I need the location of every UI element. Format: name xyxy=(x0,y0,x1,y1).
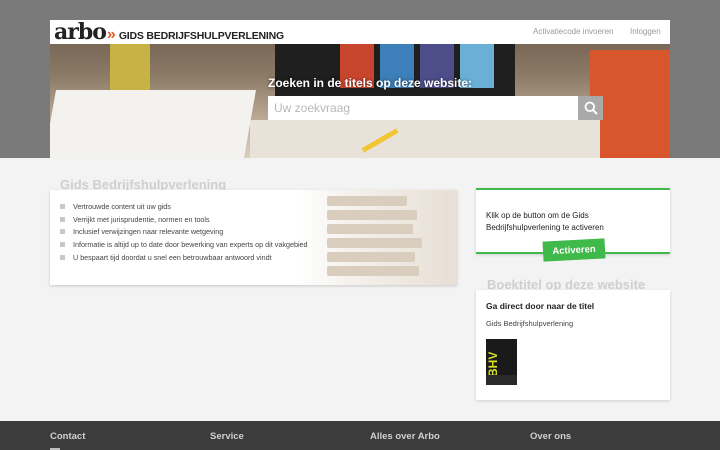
logo-chevron-icon: » xyxy=(106,26,116,43)
activate-text: Klik op de button om de Gids Bedrijfshul… xyxy=(486,211,604,232)
feature-text: Vertrouwde content uit uw gids xyxy=(73,201,171,211)
book-card: Ga direct door naar de titel Gids Bedrij… xyxy=(476,290,670,400)
activation-code-link[interactable]: Activatiecode invoeren xyxy=(533,27,614,36)
bullet-icon xyxy=(60,241,65,247)
list-item: Verrijkt met jurisprudentie, normen en t… xyxy=(60,213,308,226)
feature-text: U bespaart tijd doordat u snel een betro… xyxy=(73,252,272,262)
logo-title: GIDS BEDRIJFSHULPVERLENING xyxy=(118,30,284,42)
list-item: Informatie is altijd up to date door bew… xyxy=(60,238,308,251)
bullet-icon xyxy=(60,216,65,222)
bullet-icon xyxy=(60,254,65,260)
book-title-link[interactable]: Gids Bedrijfshulpverlening xyxy=(486,319,573,328)
features-card: Vertrouwde content uit uw gids Verrijkt … xyxy=(50,190,457,285)
logo-word: arbo xyxy=(54,19,107,45)
feature-text: Informatie is altijd up to date door bew… xyxy=(73,239,308,249)
feature-list: Vertrouwde content uit uw gids Verrijkt … xyxy=(60,200,308,263)
activate-button[interactable]: Activeren xyxy=(542,238,606,262)
footer: Contact Service Alles over Arbo Over ons xyxy=(0,421,720,450)
search-button[interactable] xyxy=(578,96,603,120)
book-cover-image[interactable]: BHV xyxy=(486,339,517,385)
hero-desk-decoration xyxy=(250,120,600,158)
logo[interactable]: arbo » GIDS BEDRIJFSHULPVERLENING xyxy=(54,19,284,45)
footer-heading-about-arbo: Alles over Arbo xyxy=(370,431,440,442)
list-item: U bespaart tijd doordat u snel een betro… xyxy=(60,251,308,264)
books-background-image xyxy=(297,190,457,285)
footer-heading-service: Service xyxy=(210,431,244,442)
cover-stripe xyxy=(486,375,517,385)
bullet-icon xyxy=(60,229,65,235)
footer-heading-about-us: Over ons xyxy=(530,431,572,442)
search-label: Zoeken in de titels op deze website: xyxy=(268,76,473,90)
feature-text: Verrijkt met jurisprudentie, normen en t… xyxy=(73,214,210,224)
list-item: Vertrouwde content uit uw gids xyxy=(60,200,308,213)
search-icon xyxy=(584,101,598,115)
hero-notebook-decoration xyxy=(50,90,256,158)
search-input[interactable] xyxy=(268,96,578,120)
feature-text: Inclusief verwijzingen naar relevante we… xyxy=(73,227,224,237)
bullet-icon xyxy=(60,203,65,209)
cover-text: BHV xyxy=(486,351,500,377)
hero-cup-decoration xyxy=(110,42,150,92)
login-link[interactable]: Inloggen xyxy=(630,27,661,36)
book-heading: Ga direct door naar de titel xyxy=(486,301,595,311)
footer-heading-contact: Contact xyxy=(50,431,86,442)
header-bar: arbo » GIDS BEDRIJFSHULPVERLENING Activa… xyxy=(50,20,670,44)
list-item: Inclusief verwijzingen naar relevante we… xyxy=(60,225,308,238)
